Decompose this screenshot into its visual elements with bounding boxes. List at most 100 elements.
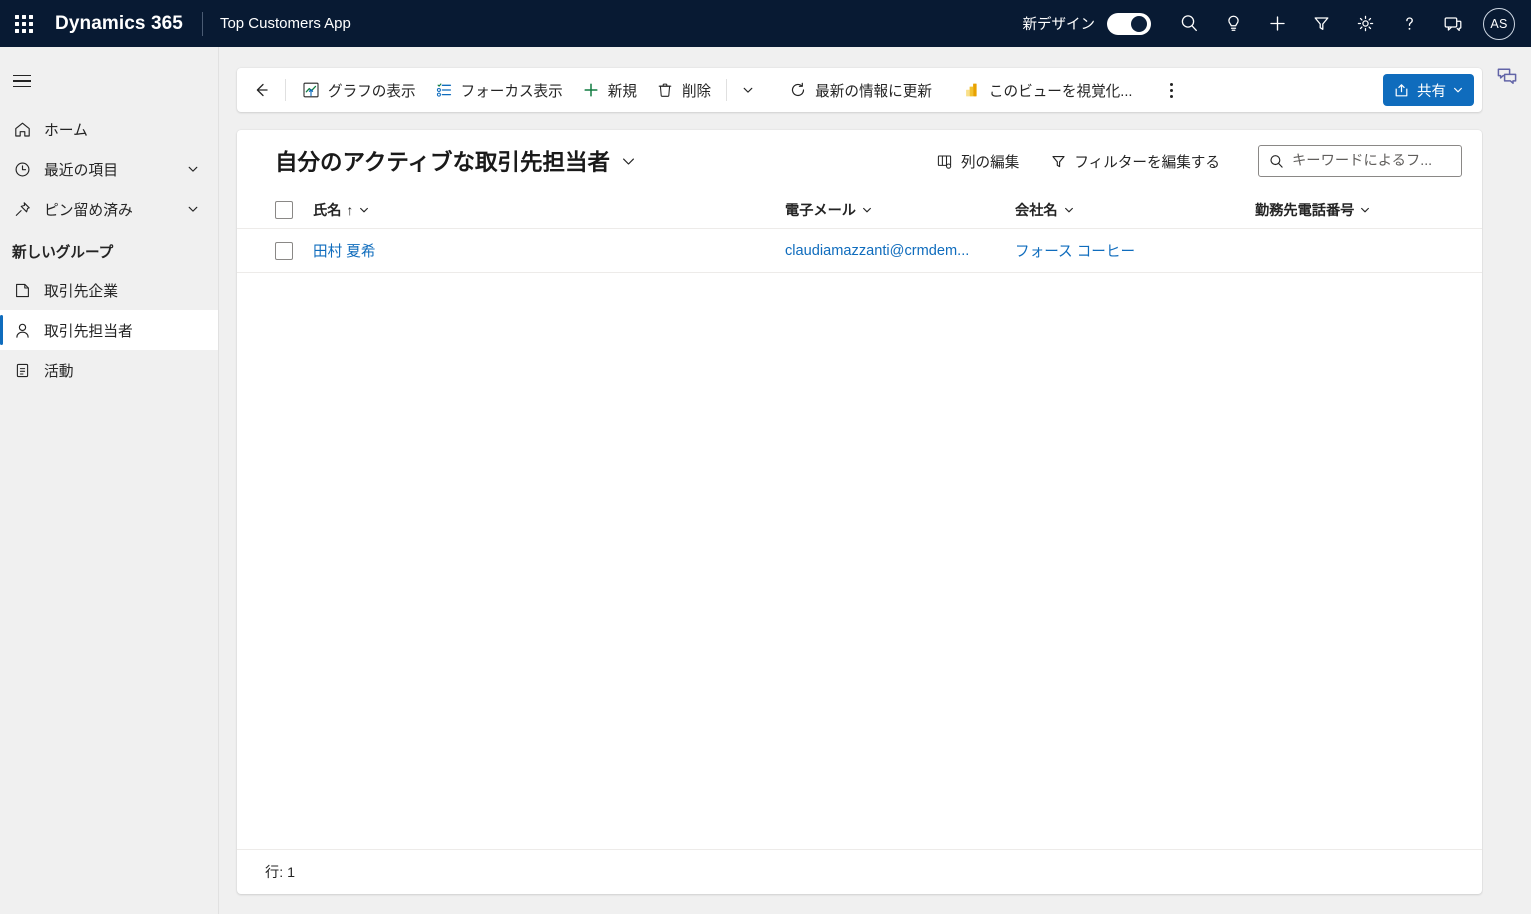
focused-view-button[interactable]: フォーカス表示 [425,73,572,107]
column-header-email[interactable]: 電子メール [785,200,1015,220]
chevron-down-icon[interactable] [1359,204,1371,216]
show-chart-button[interactable]: グラフの表示 [292,73,425,107]
data-grid: 氏名 ↑ 電子メール 会社名 勤務先電話番号 田村 夏希 claudiamazz… [237,192,1482,894]
back-arrow-icon[interactable] [243,73,279,107]
grid-header-row: 氏名 ↑ 電子メール 会社名 勤務先電話番号 [237,192,1482,229]
view-selector-chevron-down-icon[interactable] [620,153,637,170]
filter-icon [1049,152,1067,170]
app-header: Dynamics 365 Top Customers App 新デザイン AS [0,0,1531,47]
email-link[interactable]: claudiamazzanti@crmdem... [785,243,969,259]
edit-filters-button[interactable]: フィルターを編集する [1039,145,1230,177]
sidebar-item-contacts[interactable]: 取引先担当者 [0,310,218,350]
row-select-cell [275,241,313,260]
app-title[interactable]: Top Customers App [220,15,351,32]
select-all-checkbox[interactable] [275,201,293,219]
grid-body: 田村 夏希 claudiamazzanti@crmdem... フォース コーヒ… [237,229,1482,849]
chevron-down-icon[interactable] [186,202,200,216]
more-options-icon[interactable] [1155,73,1187,107]
visualize-view-button[interactable]: このビューを視覚化... [953,73,1142,107]
account-icon [12,280,32,300]
view-actions: 列の編集 フィルターを編集する [926,145,1462,177]
refresh-button[interactable]: 最新の情報に更新 [779,73,941,107]
select-all-cell [275,201,313,219]
table-row[interactable]: 田村 夏希 claudiamazzanti@crmdem... フォース コーヒ… [237,229,1482,273]
sidebar-item-home[interactable]: ホーム [0,109,218,149]
cell-name: 田村 夏希 [313,240,785,261]
plus-icon[interactable] [1255,0,1299,47]
cell-email: claudiamazzanti@crmdem... [785,243,1015,259]
column-header-phone[interactable]: 勤務先電話番号 [1255,200,1455,220]
show-chart-label: グラフの表示 [328,83,416,100]
chat-bubbles-icon[interactable] [1491,61,1523,93]
column-header-label: 電子メール [785,203,856,219]
sidebar: ホーム 最近の項目 ピン留め済み 新しいグループ 取引先企業 取引先担当者 活動 [0,47,219,914]
main-content: グラフの表示 フォーカス表示 新規 削除 最新の情報に更新 このビューを視覚化.… [219,47,1531,914]
sidebar-item-label: ホーム [44,122,88,139]
sidebar-item-label: 取引先担当者 [44,323,133,340]
refresh-label: 最新の情報に更新 [815,83,932,100]
row-count-label: 行: 1 [265,865,295,881]
share-icon [1392,81,1411,100]
sidebar-group-title: 新しいグループ [12,245,114,261]
row-checkbox[interactable] [275,241,293,260]
search-box[interactable] [1258,145,1462,177]
delete-label: 削除 [681,83,712,100]
edit-filters-label: フィルターを編集する [1074,154,1220,171]
chevron-down-icon[interactable] [358,204,370,216]
command-bar: グラフの表示 フォーカス表示 新規 削除 最新の情報に更新 このビューを視覚化.… [237,68,1482,112]
grid-footer: 行: 1 [237,849,1482,894]
new-design-toggle[interactable] [1107,12,1151,35]
new-button[interactable]: 新規 [572,73,646,107]
chevron-down-icon[interactable] [861,204,873,216]
feedback-icon[interactable] [1431,0,1475,47]
view-content-card: 自分のアクティブな取引先担当者 列の編集 フィルターを編集する キーワードによる… [237,130,1482,894]
avatar[interactable]: AS [1483,7,1515,40]
plus-icon [581,80,601,100]
sidebar-item-recent[interactable]: 最近の項目 [0,149,218,189]
company-link[interactable]: フォース コーヒー [1015,240,1135,261]
column-header-name[interactable]: 氏名 ↑ [313,200,785,220]
contact-name-link[interactable]: 田村 夏希 [313,240,375,261]
header-actions: 新デザイン AS [1023,0,1531,47]
cell-company: フォース コーヒー [1015,240,1255,261]
edit-columns-icon [936,152,954,170]
sidebar-item-pinned[interactable]: ピン留め済み [0,189,218,229]
sidebar-item-activities[interactable]: 活動 [0,350,218,390]
chevron-down-icon[interactable] [186,162,200,176]
chevron-down-icon[interactable] [1063,204,1075,216]
delete-options-chevron-down-icon[interactable] [733,73,763,107]
help-icon[interactable] [1387,0,1431,47]
share-label: 共有 [1417,83,1446,100]
visualize-view-label: このビューを視覚化... [988,83,1133,100]
brand-title[interactable]: Dynamics 365 [55,13,183,35]
column-header-label: 氏名 [313,203,342,219]
column-header-company[interactable]: 会社名 [1015,200,1255,220]
filter-icon[interactable] [1299,0,1343,47]
view-header: 自分のアクティブな取引先担当者 列の編集 フィルターを編集する キーワードによる… [237,130,1482,192]
sidebar-item-accounts[interactable]: 取引先企業 [0,270,218,310]
gear-icon[interactable] [1343,0,1387,47]
search-input[interactable] [1292,153,1453,169]
edit-columns-label: 列の編集 [960,154,1020,171]
hamburger-icon[interactable] [0,59,44,103]
header-divider [201,11,203,36]
more-dots [1169,82,1173,98]
search-icon [1267,152,1285,170]
edit-columns-button[interactable]: 列の編集 [926,145,1029,177]
sidebar-item-label: 取引先企業 [44,283,118,300]
focused-view-icon [434,80,454,100]
activity-clipboard-icon [12,360,32,380]
share-chevron-down-icon[interactable] [1452,84,1464,96]
trash-icon [655,80,675,100]
page-title: 自分のアクティブな取引先担当者 [275,150,611,175]
show-chart-icon [301,80,321,100]
pin-icon [12,199,32,219]
new-design-label: 新デザイン [1022,17,1096,33]
sidebar-item-label: ピン留め済み [44,202,133,219]
sidebar-item-label: 最近の項目 [44,162,118,179]
lightbulb-icon[interactable] [1211,0,1255,47]
search-icon[interactable] [1167,0,1211,47]
share-button[interactable]: 共有 [1383,74,1474,106]
delete-button[interactable]: 削除 [646,73,720,107]
app-launcher-icon[interactable] [0,0,48,47]
